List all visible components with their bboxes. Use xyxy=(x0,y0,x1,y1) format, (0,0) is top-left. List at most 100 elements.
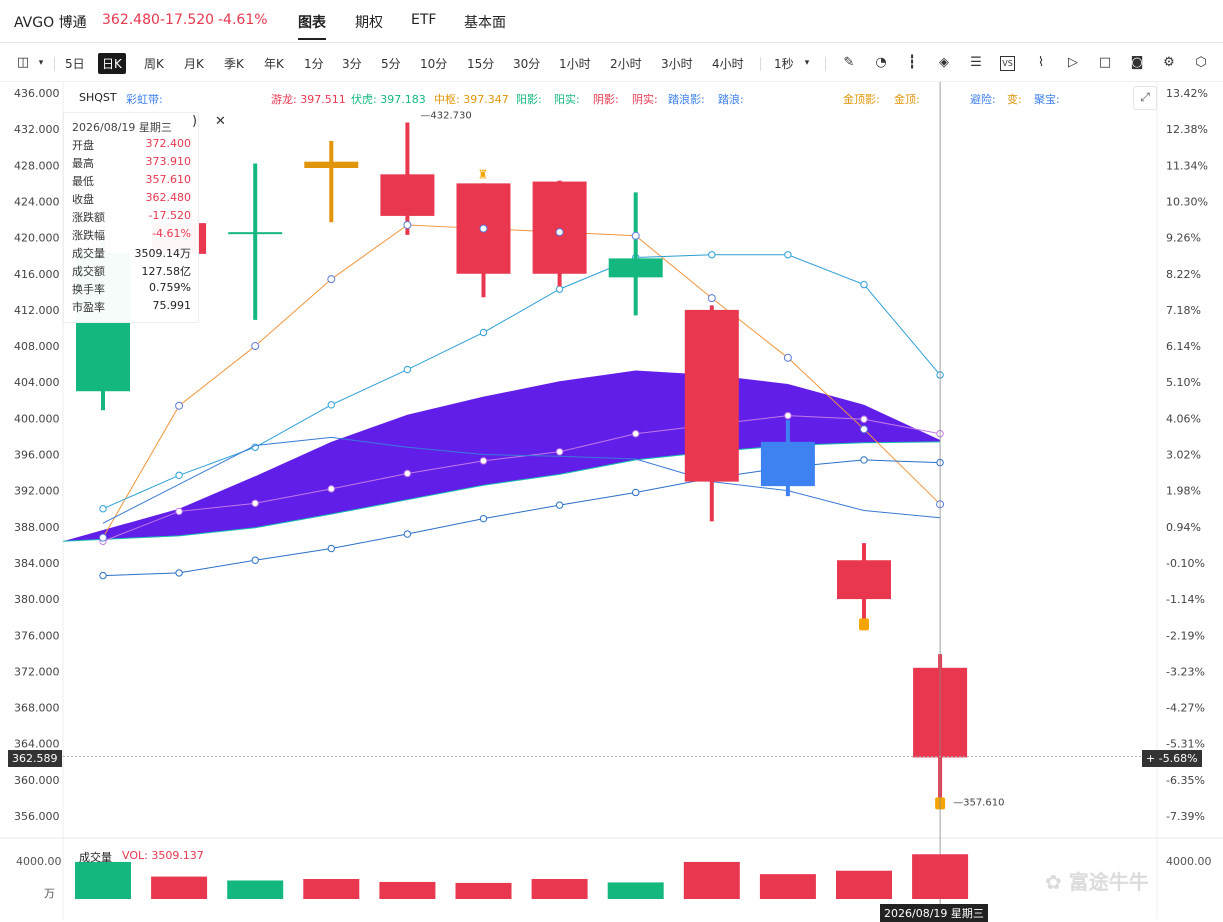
vs-icon[interactable]: VS xyxy=(1000,56,1015,71)
last-price: 362.480 xyxy=(102,12,160,28)
square-icon[interactable]: □ xyxy=(1096,54,1114,72)
orange-line-point xyxy=(479,224,488,233)
tooltip-key: 最高 xyxy=(72,157,94,170)
chart-toolbar: ◫ ▾ 5日 日K 周K 月K 季K 年K 1分 3分 5分 10分 15分 3… xyxy=(0,43,1223,82)
replay-icon[interactable]: ▷ xyxy=(1064,54,1082,72)
volume-bar xyxy=(759,874,816,899)
volume-left-tick: 4000.00 xyxy=(16,855,62,868)
lower-band-line-point xyxy=(99,571,107,580)
chevron-down-icon[interactable]: ▾ xyxy=(32,54,50,72)
chart-line-icon[interactable]: ⌇ xyxy=(1032,54,1050,72)
period-2hour[interactable]: 2小时 xyxy=(610,55,642,72)
chevron-down-icon[interactable]: ▾ xyxy=(798,54,816,72)
divider xyxy=(825,57,826,71)
upper-band-line-point xyxy=(784,251,792,259)
tooltip-value: 75.991 xyxy=(152,299,192,312)
layers-icon[interactable]: ◈ xyxy=(935,54,953,72)
period-4hour[interactable]: 4小时 xyxy=(712,55,744,72)
period-monthly[interactable]: 月K xyxy=(184,55,204,72)
y-tick-label: 376.000 xyxy=(14,629,60,642)
tooltip-key: 开盘 xyxy=(72,139,94,152)
speedometer-icon[interactable]: ◔ xyxy=(872,54,890,72)
expand-icon[interactable]: ⤢ xyxy=(1133,86,1157,110)
tooltip-value: 3509.14万 xyxy=(134,247,192,260)
tooltip-row: 最高 373.910 xyxy=(72,155,191,171)
y-tick-label: 380.000 xyxy=(14,593,60,606)
plus-icon[interactable]: + xyxy=(1146,752,1159,765)
candle-body xyxy=(304,161,359,169)
crosshair-price-label: 362.589 xyxy=(8,750,62,767)
interval-select[interactable]: 1秒 xyxy=(774,55,794,72)
period-5min[interactable]: 5分 xyxy=(381,55,401,72)
camera-icon[interactable]: ◙ xyxy=(1128,54,1146,72)
period-3hour[interactable]: 3小时 xyxy=(661,55,693,72)
legend-bian: 变: xyxy=(1007,93,1022,106)
lower-band-line-point xyxy=(403,530,412,538)
period-15min[interactable]: 15分 xyxy=(467,55,494,72)
y-tick-label: 360.000 xyxy=(14,774,60,787)
legend-jubao: 聚宝: xyxy=(1034,93,1060,106)
candle-icon[interactable]: ┇ xyxy=(903,54,921,72)
crosshair-pct-value: -5.68% xyxy=(1158,752,1198,765)
candle-body xyxy=(837,560,891,600)
y-tick-label: 432.000 xyxy=(14,123,60,136)
tooltip-key: 最低 xyxy=(72,175,94,188)
tooltip-key: 换手率 xyxy=(72,283,105,296)
tooltip-row: 换手率 0.759% xyxy=(72,281,191,297)
y-tick-label: 404.000 xyxy=(14,376,60,389)
purple-line-point xyxy=(479,457,488,465)
y-tick-label: 412.000 xyxy=(14,304,60,317)
period-1min[interactable]: 1分 xyxy=(304,55,324,72)
tab-chart[interactable]: 图表 xyxy=(298,12,326,32)
upper-band-line-point xyxy=(479,328,488,337)
tooltip-key: 成交额 xyxy=(72,265,105,278)
volume-bar xyxy=(683,861,740,899)
upper-band-line-point xyxy=(99,505,107,513)
orange-line-point xyxy=(707,294,716,303)
hexagon-icon[interactable]: ⬡ xyxy=(1192,54,1210,72)
tooltip-value: 372.400 xyxy=(145,137,192,150)
pen-icon[interactable]: ✎ xyxy=(840,54,858,72)
legend-zhongshu: 中枢: 397.347 xyxy=(434,93,509,106)
period-30min[interactable]: 30分 xyxy=(513,55,540,72)
volume-bar xyxy=(455,882,512,899)
layout-icon[interactable]: ◫ xyxy=(14,54,32,72)
settings-icon[interactable]: ⚙ xyxy=(1160,54,1178,72)
active-tab-underline xyxy=(298,38,326,40)
period-daily[interactable]: 日K xyxy=(98,53,126,74)
extreme-label: —432.730 xyxy=(420,111,471,122)
tab-etf[interactable]: ETF xyxy=(411,12,436,28)
upper-band-line-point xyxy=(327,401,335,409)
pct-tick-label: -4.27% xyxy=(1166,702,1205,715)
period-quarterly[interactable]: 季K xyxy=(224,55,244,72)
period-5d[interactable]: 5日 xyxy=(65,55,85,72)
period-yearly[interactable]: 年K xyxy=(264,55,284,72)
futu-watermark: ✿ 富途牛牛 xyxy=(1045,870,1149,894)
tab-options[interactable]: 期权 xyxy=(355,12,383,32)
header-bar: AVGO 博通 362.480 -17.520 -4.61% 图表 期权 ETF… xyxy=(0,0,1223,43)
candle-body xyxy=(228,232,283,235)
tooltip-value: -4.61% xyxy=(152,227,191,240)
list-icon[interactable]: ☰ xyxy=(967,54,985,72)
candle-body xyxy=(532,181,587,274)
upper-band-line-point xyxy=(175,471,183,479)
orange-line-point xyxy=(860,425,868,434)
y-tick-label: 392.000 xyxy=(14,485,60,498)
y-tick-label: 436.000 xyxy=(14,87,60,100)
close-icon[interactable]: ✕ xyxy=(215,114,226,129)
purple-line-point xyxy=(251,499,259,508)
pct-tick-label: 10.30% xyxy=(1166,195,1208,208)
volume-bar xyxy=(607,882,664,899)
volume-bar xyxy=(303,879,360,899)
pct-tick-label: -6.35% xyxy=(1166,774,1205,787)
period-1hour[interactable]: 1小时 xyxy=(559,55,591,72)
orange-line-point xyxy=(99,533,107,542)
tab-fundamentals[interactable]: 基本面 xyxy=(464,12,506,32)
eye-icon[interactable]: ) xyxy=(192,114,197,129)
indicator-name: SHQST xyxy=(79,91,117,104)
y-tick-label: 364.000 xyxy=(14,738,60,751)
period-3min[interactable]: 3分 xyxy=(342,55,362,72)
upper-band-line-point xyxy=(860,280,868,289)
period-10min[interactable]: 10分 xyxy=(420,55,447,72)
period-weekly[interactable]: 周K xyxy=(144,55,164,72)
